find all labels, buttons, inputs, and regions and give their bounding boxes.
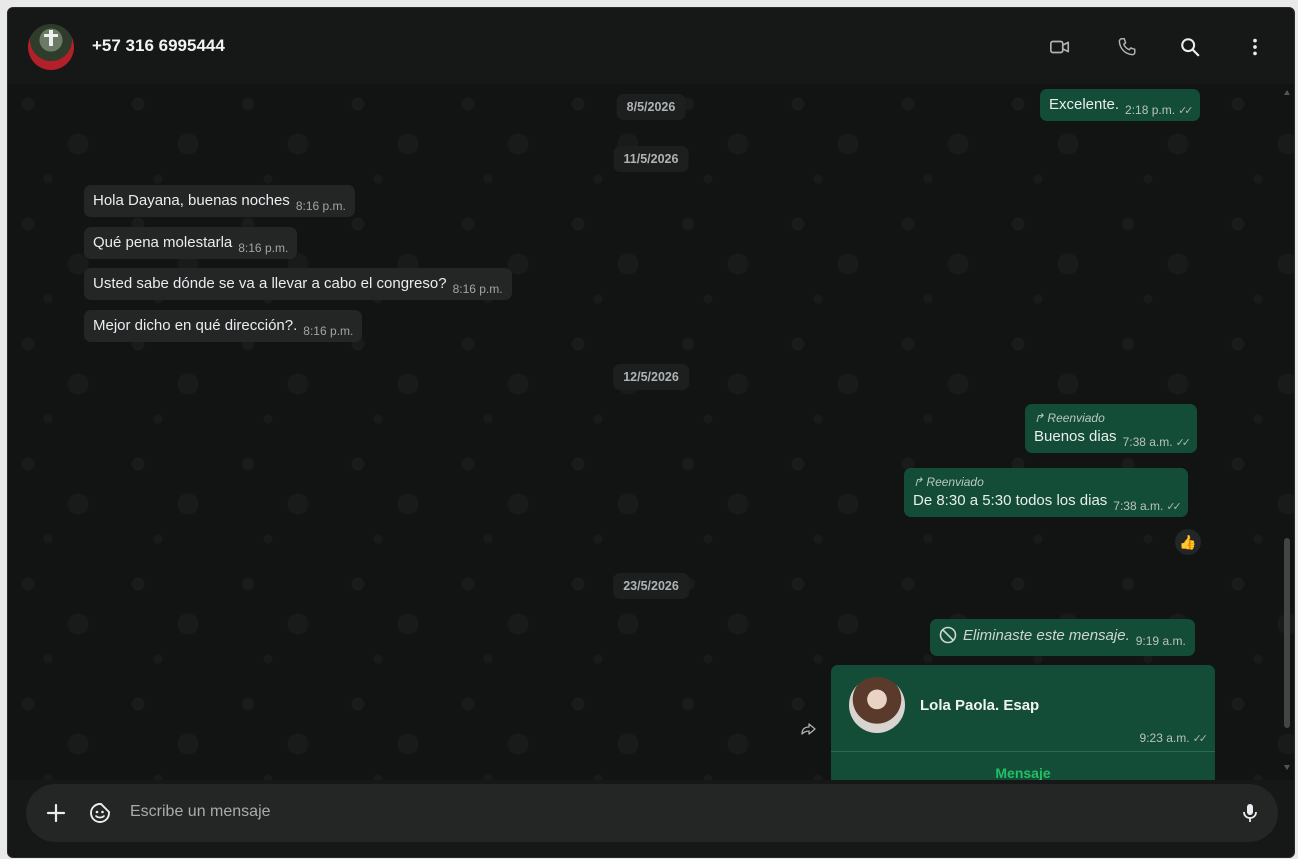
message-time: 8:16 p.m. [238, 241, 289, 255]
message-time: 2:18 p.m. [1125, 103, 1176, 117]
menu-dots-icon[interactable] [1244, 36, 1266, 58]
outgoing-message[interactable]: ↱ Reenviado Buenos dias 7:38 a.m. ✓✓ [1025, 404, 1198, 453]
message-text: Qué pena molestarla [93, 234, 233, 251]
message-contact-button[interactable]: Mensaje [831, 765, 1215, 780]
plus-icon[interactable] [44, 801, 68, 825]
deleted-message[interactable]: Eliminaste este mensaje. 9:19 a.m. [930, 619, 1195, 656]
incoming-message[interactable]: Mejor dicho en qué dirección?. 8:16 p.m. [84, 310, 363, 342]
incoming-message[interactable]: Hola Dayana, buenas noches 8:16 p.m. [84, 185, 355, 217]
forward-icon: ↱ [913, 475, 924, 489]
message-text: Usted sabe dónde se va a llevar a cabo e… [93, 275, 447, 292]
message-list[interactable]: 8/5/2026 11/5/2026 Excelente. 2:18 p.m. ✓✓… [8, 84, 1294, 780]
voice-call-icon[interactable] [1116, 36, 1138, 58]
shared-contact-card[interactable]: Lola Paola. Esap 9:23 a.m. ✓✓ Mensaje [831, 665, 1215, 780]
card-divider [831, 751, 1215, 752]
scroll-down-icon[interactable] [1284, 765, 1290, 770]
read-ticks-icon: ✓✓ [1166, 501, 1182, 513]
outgoing-message[interactable]: ↱ Reenviado De 8:30 a 5:30 todos los dia… [904, 468, 1188, 517]
message-time: 7:38 a.m. [1113, 499, 1164, 513]
message-text: De 8:30 a 5:30 todos los dias [913, 492, 1108, 509]
message-composer: Escribe un mensaje [26, 784, 1278, 842]
message-time: 8:16 p.m. [452, 282, 503, 296]
message-text: Hola Dayana, buenas noches [93, 192, 290, 209]
search-icon[interactable] [1179, 36, 1201, 58]
forward-icon: ↱ [1034, 411, 1045, 425]
contact-avatar[interactable] [28, 24, 74, 70]
message-time: 8:16 p.m. [295, 199, 346, 213]
message-time: 9:19 a.m. [1135, 634, 1186, 648]
message-text: Buenos dias [1034, 428, 1117, 445]
message-time: 8:16 p.m. [303, 324, 354, 338]
blocked-icon [939, 626, 957, 648]
message-text: Excelente. [1049, 96, 1120, 113]
scroll-up-icon[interactable] [1284, 90, 1290, 95]
scrollbar[interactable] [1284, 90, 1290, 770]
date-separator: 8/5/2026 [616, 94, 686, 120]
chat-header: +57 316 6995444 [8, 8, 1294, 84]
message-time: 9:23 a.m. [1139, 731, 1190, 745]
sticker-icon[interactable] [88, 801, 112, 825]
scroll-thumb[interactable] [1284, 538, 1290, 728]
forwarded-label: Reenviado [1047, 411, 1105, 425]
microphone-icon[interactable] [1238, 801, 1262, 825]
contact-card-name: Lola Paola. Esap [920, 697, 1040, 714]
reaction-badge[interactable]: 👍 [1175, 529, 1201, 555]
contact-card-avatar [849, 677, 905, 733]
message-text: Eliminaste este mensaje. [963, 627, 1130, 644]
incoming-message[interactable]: Qué pena molestarla 8:16 p.m. [84, 227, 298, 259]
read-ticks-icon: ✓✓ [1178, 105, 1194, 117]
date-separator: 11/5/2026 [613, 146, 689, 172]
video-call-icon[interactable] [1049, 36, 1071, 58]
forwarded-label: Reenviado [926, 475, 984, 489]
read-ticks-icon: ✓✓ [1192, 733, 1209, 745]
message-time: 7:38 a.m. [1122, 435, 1173, 449]
chat-window: +57 316 6995444 8/5/2026 11/5/2026 Excel… [7, 7, 1295, 858]
outgoing-message[interactable]: Excelente. 2:18 p.m. ✓✓ [1040, 89, 1200, 121]
forward-button-icon[interactable] [800, 722, 818, 736]
message-text: Mejor dicho en qué dirección?. [93, 317, 298, 334]
message-input[interactable]: Escribe un mensaje [130, 803, 271, 821]
read-ticks-icon: ✓✓ [1175, 437, 1192, 449]
date-separator: 12/5/2026 [613, 364, 689, 390]
incoming-message[interactable]: Usted sabe dónde se va a llevar a cabo e… [84, 268, 512, 300]
contact-name[interactable]: +57 316 6995444 [92, 36, 225, 56]
date-separator: 23/5/2026 [613, 573, 689, 599]
